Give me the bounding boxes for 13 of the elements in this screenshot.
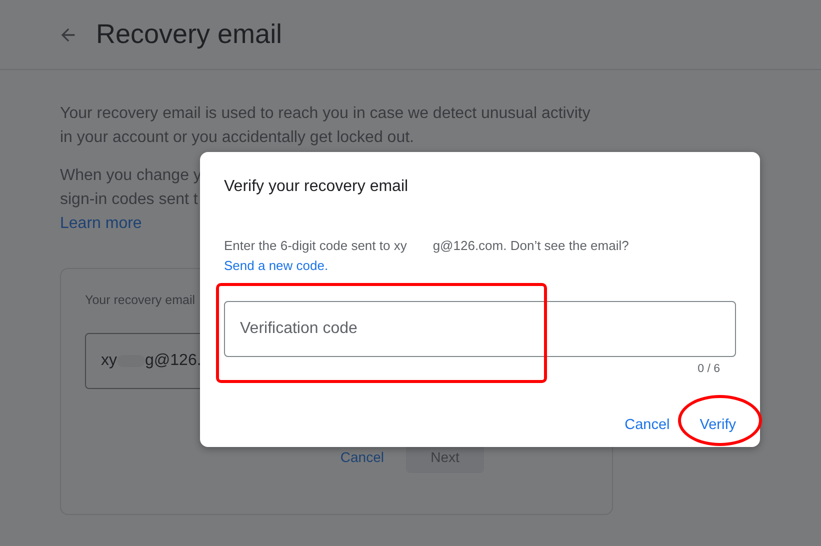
description-text: Your recovery email is used to reach you in case we detect unusual activity in your account or you accidentally get locked out. bbox=[60, 104, 592, 148]
verify-button[interactable]: Verify bbox=[700, 417, 736, 433]
card-label: Your recovery email bbox=[85, 293, 196, 307]
dialog-message: Enter the 6-digit code sent to xy g@126.com. Don’t see the email? Send a new code. bbox=[224, 237, 630, 275]
verification-code-field[interactable]: Verification code bbox=[224, 301, 736, 357]
learn-more-link[interactable]: Learn more bbox=[60, 215, 142, 232]
cancel-button[interactable]: Cancel bbox=[624, 417, 670, 433]
character-counter: 0 / 6 bbox=[698, 363, 720, 375]
description-line: sign-in codes sent t bbox=[60, 190, 198, 210]
cancel-button[interactable]: Cancel bbox=[340, 441, 384, 473]
dialog-title: Verify your recovery email bbox=[224, 177, 410, 197]
send-new-code-link[interactable]: Send a new code. bbox=[224, 258, 328, 273]
page-title: Recovery email bbox=[96, 19, 282, 50]
